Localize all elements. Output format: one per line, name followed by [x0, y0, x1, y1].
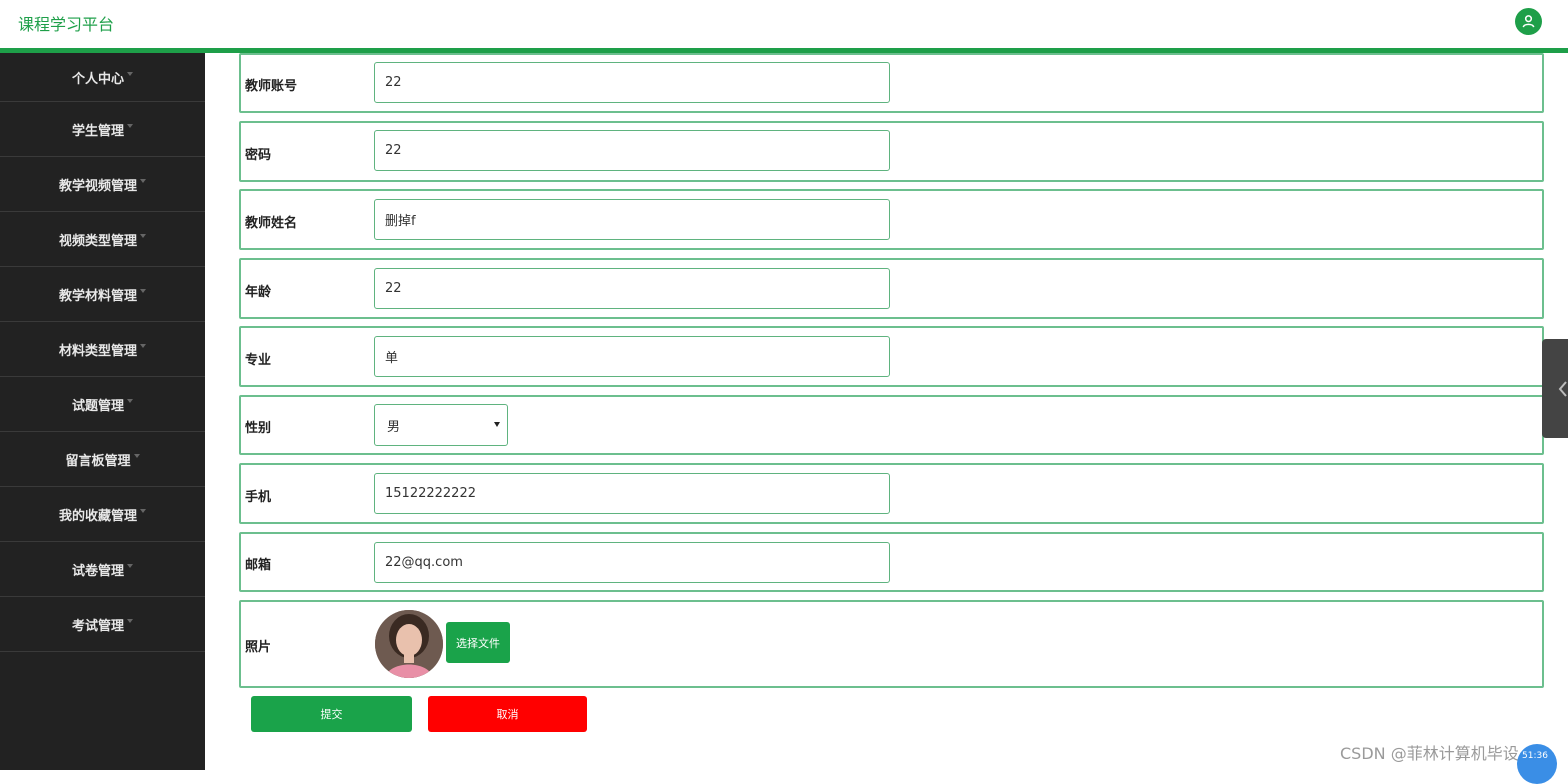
sidebar-item-exams[interactable]: 考试管理 [0, 597, 205, 652]
timer-badge: 51:36 [1517, 744, 1557, 784]
teacher-account-input[interactable] [374, 62, 890, 103]
gender-selected-value: 男 [387, 419, 401, 435]
field-label: 手机 [245, 490, 272, 505]
field-label: 教师姓名 [245, 216, 298, 231]
sidebar-item-teaching-videos[interactable]: 教学视频管理 [0, 157, 205, 212]
cancel-button[interactable]: 取消 [428, 696, 587, 732]
form-row-phone: 手机 [239, 463, 1544, 524]
caret-down-icon [140, 179, 146, 183]
user-icon[interactable] [1515, 8, 1542, 35]
email-input[interactable] [374, 542, 890, 583]
sidebar: 个人中心 学生管理 教学视频管理 视频类型管理 教学材料管理 材料类型管理 试题… [0, 53, 205, 770]
form-row-account: 教师账号 [239, 53, 1544, 113]
sidebar-item-label: 我的收藏管理 [58, 508, 137, 524]
sidebar-item-label: 试卷管理 [71, 563, 124, 579]
form-row-gender: 性别 男 [239, 395, 1544, 455]
caret-down-icon [127, 72, 133, 76]
sidebar-item-favorites[interactable]: 我的收藏管理 [0, 487, 205, 542]
caret-down-icon [127, 619, 133, 623]
major-input[interactable] [374, 336, 890, 377]
sidebar-item-label: 教学材料管理 [58, 288, 137, 304]
sidebar-item-label: 试题管理 [71, 398, 124, 414]
field-label: 专业 [245, 353, 272, 368]
sidebar-item-message-board[interactable]: 留言板管理 [0, 432, 205, 487]
field-label: 年龄 [245, 285, 272, 300]
field-label: 邮箱 [245, 558, 272, 573]
field-label: 性别 [245, 421, 272, 436]
password-input[interactable] [374, 130, 890, 171]
sidebar-item-students[interactable]: 学生管理 [0, 102, 205, 157]
caret-down-icon [140, 289, 146, 293]
age-input[interactable] [374, 268, 890, 309]
sidebar-item-papers[interactable]: 试卷管理 [0, 542, 205, 597]
sidebar-item-label: 留言板管理 [65, 453, 131, 469]
caret-down-icon [127, 564, 133, 568]
sidebar-item-label: 个人中心 [71, 71, 124, 87]
sidebar-item-label: 视频类型管理 [58, 233, 137, 249]
sidebar-item-video-types[interactable]: 视频类型管理 [0, 212, 205, 267]
field-label: 密码 [245, 148, 272, 163]
teacher-photo [375, 610, 443, 678]
caret-down-icon [140, 509, 146, 513]
teacher-name-input[interactable] [374, 199, 890, 240]
form-row-photo: 照片 选择文件 [239, 600, 1544, 688]
dropdown-arrow-icon [494, 422, 500, 427]
submit-button[interactable]: 提交 [251, 696, 412, 732]
form-row-age: 年龄 [239, 258, 1544, 319]
side-panel-toggle[interactable] [1542, 339, 1568, 438]
caret-down-icon [127, 399, 133, 403]
sidebar-item-label: 教学视频管理 [58, 178, 137, 194]
teacher-edit-form: 教师账号 密码 教师姓名 年龄 专业 性别 男 手机 邮箱 照片 [206, 53, 1568, 770]
field-label: 照片 [245, 640, 272, 655]
form-row-password: 密码 [239, 121, 1544, 182]
choose-file-button[interactable]: 选择文件 [446, 622, 510, 663]
caret-down-icon [140, 344, 146, 348]
sidebar-item-label: 材料类型管理 [58, 343, 137, 359]
top-bar: 课程学习平台 [0, 0, 1568, 53]
sidebar-item-material-types[interactable]: 材料类型管理 [0, 322, 205, 377]
sidebar-item-label: 学生管理 [71, 123, 124, 139]
sidebar-item-teaching-materials[interactable]: 教学材料管理 [0, 267, 205, 322]
watermark: CSDN @菲林计算机毕设 [1340, 744, 1519, 763]
phone-input[interactable] [374, 473, 890, 514]
caret-down-icon [133, 454, 140, 458]
caret-down-icon [140, 234, 146, 238]
sidebar-item-label: 考试管理 [71, 618, 124, 634]
sidebar-item-questions[interactable]: 试题管理 [0, 377, 205, 432]
caret-down-icon [127, 124, 133, 128]
field-label: 教师账号 [245, 79, 298, 94]
form-row-email: 邮箱 [239, 532, 1544, 592]
chevron-left-icon [1558, 381, 1567, 397]
app-title[interactable]: 课程学习平台 [18, 11, 114, 35]
gender-select[interactable]: 男 [374, 404, 508, 446]
form-row-name: 教师姓名 [239, 189, 1544, 250]
sidebar-item-personal-center[interactable]: 个人中心 [0, 53, 205, 102]
form-row-major: 专业 [239, 326, 1544, 387]
